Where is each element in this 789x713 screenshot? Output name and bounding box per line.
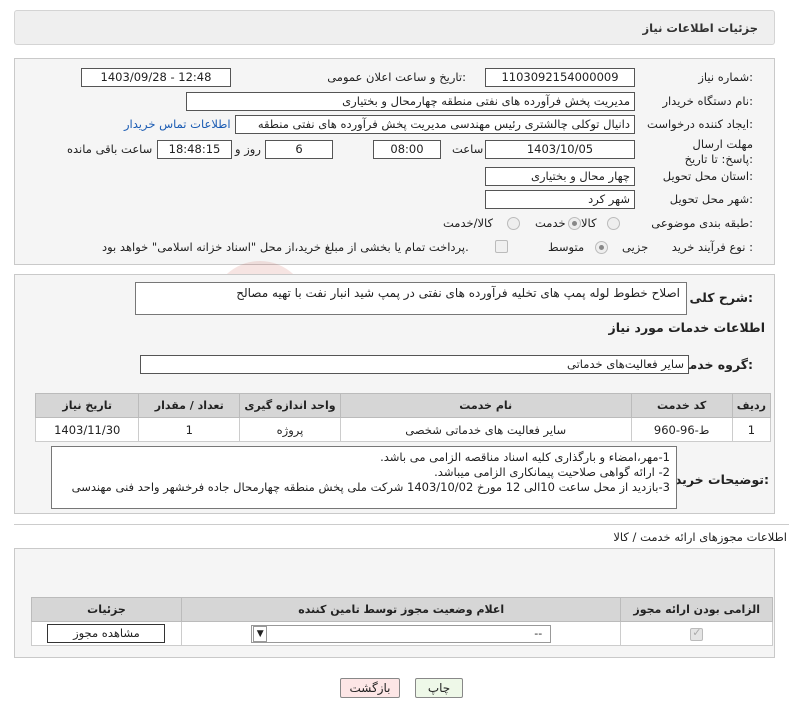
province-label: استان محل تحویل: — [662, 169, 753, 183]
category-radio-goods[interactable] — [607, 217, 620, 230]
page-title: جزئیات اطلاعات نیاز — [642, 21, 758, 35]
category-label: طبقه بندی موضوعی: — [651, 216, 753, 230]
category-radio-both[interactable] — [507, 217, 520, 230]
category-option-goods: کالا — [581, 216, 597, 230]
category-option-both: کالا/خدمت — [443, 216, 494, 230]
services-table: ردیف کد خدمت نام خدمت واحد اندازه گیری ت… — [34, 393, 772, 442]
days-label: روز و — [235, 142, 261, 156]
buyer-note-line: 3-بازدید از محل ساعت 10الی 12 مورخ 1403/… — [71, 480, 670, 494]
col-date: تاریخ نیاز — [34, 393, 140, 418]
buyer-label: نام دستگاه خریدار: — [662, 94, 753, 108]
permit-required-checkbox[interactable]: ✓ — [690, 625, 704, 641]
cell-date: 1403/11/30 — [34, 417, 140, 442]
col-permit-required: الزامی بودن ارائه مجوز — [620, 597, 773, 622]
info-panel — [14, 58, 775, 265]
service-group-field: سایر فعالیت‌های خدماتی — [140, 355, 689, 374]
col-qty: تعداد / مقدار — [138, 393, 241, 418]
permits-table-header: الزامی بودن ارائه مجوز اعلام وضعیت مجوز … — [31, 597, 773, 622]
col-row: ردیف — [731, 393, 772, 418]
col-unit: واحد اندازه گیری — [239, 393, 341, 418]
cell-qty: 1 — [138, 417, 241, 442]
col-code: کد خدمت — [630, 393, 733, 418]
city-field: شهر کرد — [485, 190, 635, 209]
province-field: چهار محال و بختیاری — [485, 167, 635, 186]
deadline-time-field: 08:00 — [373, 140, 441, 159]
chevron-down-icon: ▼ — [253, 625, 268, 642]
announce-label: تاریخ و ساعت اعلان عمومی: — [327, 70, 466, 84]
back-button[interactable]: بازگشت — [340, 678, 400, 698]
table-row: 1 ط-96-960 سایر فعالیت های خدماتی شخصی پ… — [34, 417, 772, 442]
permits-section-title: اطلاعات مجوزهای ارائه خدمت / کالا — [613, 530, 787, 544]
permits-table: الزامی بودن ارائه مجوز اعلام وضعیت مجوز … — [31, 597, 773, 646]
contact-info-link[interactable]: اطلاعات تماس خریدار — [124, 117, 231, 131]
need-number-label: شماره نیاز: — [698, 70, 753, 84]
remaining-time-field: 18:48:15 — [157, 140, 232, 159]
buyer-field: مدیریت پخش فرآورده های نفتی منطقه چهارمح… — [186, 92, 635, 111]
buyer-notes-label: توضیحات خریدار: — [663, 472, 769, 487]
days-field: 6 — [265, 140, 333, 159]
deadline-time-label: ساعت — [452, 142, 484, 156]
services-table-header: ردیف کد خدمت نام خدمت واحد اندازه گیری ت… — [34, 393, 772, 418]
process-option-medium: متوسط — [548, 240, 585, 254]
services-section-title: اطلاعات خدمات مورد نیاز — [608, 320, 766, 335]
payment-checkbox[interactable] — [495, 240, 508, 253]
deadline-label: مهلت ارسال پاسخ: تا تاریخ: — [684, 137, 753, 166]
col-permit-details: جزئیات — [31, 597, 182, 622]
cell-row: 1 — [731, 417, 772, 442]
view-permit-button[interactable]: مشاهده مجوز — [47, 624, 166, 643]
cell-permit-required: ✓ — [620, 621, 773, 646]
check-icon: ✓ — [692, 625, 702, 639]
remaining-label: ساعت باقی مانده — [67, 142, 153, 156]
cell-permit-details: مشاهده مجوز — [31, 621, 182, 646]
process-option-minor: جزیی — [622, 240, 649, 254]
need-number-field: 1103092154000009 — [485, 68, 635, 87]
buyer-note-line: 2- ارائه گواهی صلاحیت پیمانکاری الزامی م… — [434, 465, 670, 479]
deadline-date-field: 1403/10/05 — [485, 140, 635, 159]
creator-field: دانیال توکلی چالشتری رئیس مهندسی مدیریت … — [235, 115, 635, 134]
col-permit-status: اعلام وضعیت مجوز توسط تامین کننده — [180, 597, 622, 622]
category-radio-service[interactable] — [568, 217, 581, 230]
description-field: اصلاح خطوط لوله پمپ های تخلیه فرآورده ها… — [135, 282, 687, 315]
permit-status-select[interactable]: -- ▼ — [251, 624, 552, 643]
table-row: ✓ -- ▼ مشاهده مجوز — [31, 621, 773, 646]
cell-permit-status: -- ▼ — [180, 621, 622, 646]
buyer-notes-field: 1-مهر،امضاء و بارگذاری کلیه اسناد مناقصه… — [51, 446, 677, 509]
page-header: جزئیات اطلاعات نیاز — [14, 10, 775, 45]
creator-label: ایجاد کننده درخواست: — [647, 117, 753, 131]
process-label: نوع فرآیند خرید : — [671, 240, 753, 254]
category-option-service: خدمت — [535, 216, 566, 230]
select-value: -- — [534, 626, 543, 640]
announce-field: 1403/09/28 - 12:48 — [81, 68, 231, 87]
cell-unit: پروژه — [239, 417, 341, 442]
city-label: شهر محل تحویل: — [669, 192, 753, 206]
cell-name: سایر فعالیت های خدماتی شخصی — [339, 417, 632, 442]
print-button[interactable]: چاپ — [415, 678, 463, 698]
payment-note: پرداخت تمام یا بخشی از مبلغ خرید،از محل … — [102, 240, 469, 254]
process-radio-minor[interactable] — [595, 241, 608, 254]
cell-code: ط-96-960 — [630, 417, 733, 442]
permits-divider — [14, 524, 789, 525]
col-name: نام خدمت — [339, 393, 632, 418]
buyer-note-line: 1-مهر،امضاء و بارگذاری کلیه اسناد مناقصه… — [380, 450, 670, 464]
